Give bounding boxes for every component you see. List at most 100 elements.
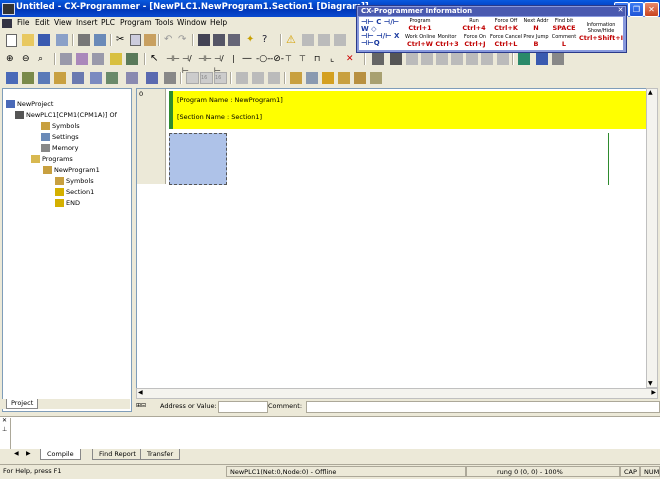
output-pin-icon[interactable]: ⊥ — [2, 426, 7, 433]
tree-item-programs[interactable]: Programs — [31, 155, 73, 163]
restore-button[interactable]: ❐ — [629, 2, 644, 17]
info-window-title[interactable]: CX-Programmer Information — [358, 7, 625, 16]
data-trace-icon[interactable] — [552, 53, 564, 65]
selected-cell[interactable] — [169, 133, 227, 185]
ladder-diagram[interactable]: 0 [Program Name : NewProgram1] [Section … — [136, 88, 648, 390]
rung-icon[interactable]: ⊓ — [314, 53, 326, 65]
tree-item-plc[interactable]: NewPLC1[CPM1(CPM1A)] Of — [15, 111, 117, 119]
menu-view[interactable]: View — [54, 18, 72, 27]
tab-transfer[interactable]: Transfer — [140, 449, 181, 460]
monitor-icon-4[interactable] — [268, 72, 280, 84]
replace-icon[interactable] — [213, 34, 225, 46]
tab-nav-left-icon[interactable]: ◀ — [14, 450, 19, 457]
menu-help[interactable]: Help — [210, 18, 227, 27]
data-trace-start-icon[interactable] — [322, 72, 334, 84]
tab-find-report[interactable]: Find Report — [92, 449, 143, 460]
word-display-icon[interactable]: 16 — [200, 72, 213, 84]
comment-input[interactable] — [306, 401, 660, 413]
chart-icon[interactable] — [126, 53, 138, 65]
time-chart-icon[interactable] — [306, 72, 318, 84]
hex-display-icon[interactable]: 16 — [214, 72, 227, 84]
project-window-icon[interactable] — [6, 72, 18, 84]
tree-item-newprogram[interactable]: NewProgram1 — [43, 166, 100, 174]
parallel-closed-contact-icon[interactable]: ⊣/⊢ — [214, 53, 226, 75]
menu-program[interactable]: Program — [120, 18, 152, 27]
tab-nav-right-icon[interactable]: ▶ — [26, 450, 31, 457]
open-icon[interactable] — [22, 34, 34, 46]
tab-compile[interactable]: Compile — [40, 449, 81, 460]
online-edit-cancel-icon[interactable] — [421, 53, 433, 65]
compile-icon[interactable] — [302, 34, 314, 46]
close-button[interactable]: ✕ — [644, 2, 659, 17]
tip-icon[interactable]: ✦ — [246, 34, 258, 46]
online-edit-send-icon[interactable] — [436, 53, 448, 65]
output-close-icon[interactable]: ✕ — [2, 417, 7, 424]
info-close-icon[interactable]: ✕ — [617, 7, 624, 14]
horizontal-scrollbar[interactable]: ◀ ▶ — [136, 388, 658, 399]
print-preview-icon[interactable] — [56, 34, 68, 46]
online-edit-icon-4[interactable] — [481, 53, 493, 65]
save-icon[interactable] — [38, 34, 50, 46]
copy-icon[interactable] — [130, 34, 141, 46]
scroll-left-icon[interactable]: ◀ — [138, 389, 143, 396]
compile-all-icon[interactable] — [318, 34, 330, 46]
online-edit-icon-3[interactable] — [466, 53, 478, 65]
closed-contact-icon[interactable]: ⊣/⊢ — [182, 53, 194, 75]
menu-plc[interactable]: PLC — [101, 18, 115, 27]
menu-file[interactable]: File — [17, 18, 30, 27]
output-window-icon[interactable] — [22, 72, 34, 84]
delete-line-icon[interactable]: ✕ — [346, 53, 358, 65]
differential-monitor-icon[interactable] — [290, 72, 302, 84]
scroll-down-icon[interactable]: ▼ — [648, 380, 653, 387]
line-draw-icon[interactable]: ⌞ — [330, 53, 342, 65]
online-edit-icon-5[interactable] — [497, 53, 509, 65]
monitor-icon-3[interactable] — [252, 72, 264, 84]
menu-window[interactable]: Window — [177, 18, 207, 27]
select-cursor-icon[interactable]: ↖ — [150, 53, 162, 65]
cut-icon[interactable]: ✂ — [116, 34, 128, 46]
address-reference-icon[interactable] — [54, 72, 66, 84]
menu-edit[interactable]: Edit — [35, 18, 50, 27]
instruction-icon[interactable]: ⊤ — [285, 53, 297, 65]
watch-window-icon[interactable] — [38, 72, 50, 84]
tree-item-symbols[interactable]: Symbols — [41, 122, 80, 130]
force-icon[interactable] — [338, 72, 350, 84]
set-icon[interactable] — [354, 72, 366, 84]
monitor-icon-2[interactable] — [236, 72, 248, 84]
reset-icon[interactable] — [370, 72, 382, 84]
comment-view-icon[interactable] — [76, 53, 88, 65]
redo-icon[interactable]: ↷ — [178, 34, 190, 46]
warning-icon[interactable]: ⚠ — [286, 34, 298, 46]
cross-reference-icon[interactable] — [228, 34, 240, 46]
check-program-icon[interactable] — [334, 34, 346, 46]
context-help-icon[interactable]: ? — [262, 34, 274, 46]
scroll-up-icon[interactable]: ▲ — [648, 89, 653, 96]
find-icon[interactable] — [198, 34, 210, 46]
menu-insert[interactable]: Insert — [76, 18, 98, 27]
tree-item-section[interactable]: Section1 — [55, 188, 94, 196]
new-icon[interactable] — [6, 34, 17, 47]
address-input[interactable] — [218, 401, 268, 413]
closed-coil-icon[interactable]: -⊘- — [270, 53, 284, 65]
tab-project[interactable]: Project — [6, 399, 39, 409]
horizontal-line-icon[interactable]: — — [242, 53, 254, 65]
properties-icon[interactable] — [72, 72, 84, 84]
zoom-fit-icon[interactable]: ⌕ — [38, 53, 50, 65]
view-icon-10[interactable] — [164, 72, 176, 84]
online-edit-icon-2[interactable] — [451, 53, 463, 65]
tree-item-settings[interactable]: Settings — [41, 133, 79, 141]
paste-icon[interactable] — [144, 34, 156, 46]
contact-icon[interactable]: ⊣⊢ — [166, 53, 180, 65]
ladder-view-icon[interactable] — [90, 72, 102, 84]
vertical-scrollbar[interactable]: ▲ ▼ — [646, 88, 658, 388]
grid-icon[interactable] — [60, 53, 72, 65]
zoom-in-icon[interactable]: ⊕ — [6, 53, 18, 65]
parallel-contact-icon[interactable]: ⊣⊢ — [198, 53, 212, 65]
new-instruction-icon[interactable]: ⊤ — [299, 53, 311, 65]
tree-item-program-symbols[interactable]: Symbols — [55, 177, 94, 185]
symbols-view-icon[interactable] — [146, 72, 158, 84]
print-icon[interactable] — [78, 34, 90, 46]
scroll-right-icon[interactable]: ▶ — [651, 389, 656, 396]
local-symbols-icon[interactable] — [126, 72, 138, 84]
page-setup-icon[interactable] — [94, 34, 106, 46]
